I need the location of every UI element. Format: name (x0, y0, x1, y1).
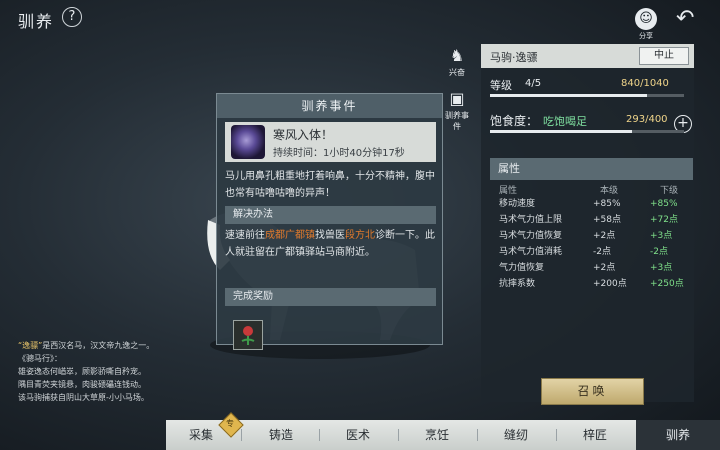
exp-bar (490, 94, 684, 97)
attribute-next: +3点 (650, 231, 673, 241)
reward-header: 完成奖励 (225, 288, 436, 306)
satiety-state: 吃饱喝足 (543, 115, 587, 128)
duration-label: 持续时间： (273, 148, 323, 159)
herb-flower-icon (241, 326, 255, 345)
col-next: 下级 (660, 186, 679, 196)
solution-text-2: 找兽医 (315, 230, 345, 241)
attribute-row: 移动速度 +85% +85% (490, 196, 693, 212)
satiety-bar-fill (490, 130, 632, 133)
attribute-current: +85% (593, 199, 621, 209)
event-name: 寒风入体！ (273, 128, 334, 142)
attribute-next: +72点 (650, 215, 678, 225)
lore-horse-name: “逸骠” (18, 341, 43, 350)
event-scroll-icon: ▣ (449, 89, 465, 108)
event-panel-title: 驯养事件 (217, 94, 442, 118)
satiety-label: 饱食度： (490, 114, 539, 128)
tab-forging[interactable]: 铸造 (246, 420, 316, 450)
attribute-current: -2点 (593, 247, 611, 257)
attribute-current: +200点 (593, 279, 627, 289)
attribute-next: +250点 (650, 279, 684, 289)
attribute-row: 气力值恢复 +2点 +3点 (490, 260, 693, 276)
attributes-header: 属性 (490, 158, 693, 180)
lore-line-1: “逸骠”是西汉名马，汉文帝九逸之一。 (18, 339, 198, 352)
lore-line-3: 雄姿逸态何崷崒，顾影骄嘶自矜宠。 (18, 367, 146, 376)
lore-line-5: 该马驹捕获自阴山大草原-小小马场。 (18, 393, 149, 402)
train-event-button[interactable]: ▣ 驯养事件 (444, 88, 470, 132)
tab-sewing[interactable]: 缝纫 (481, 420, 551, 450)
event-description: 马儿用鼻孔粗重地打着响鼻，十分不精神，腹中也常有咕噜咕噜的异声！ (225, 171, 435, 199)
attribute-name: 马术气力值消耗 (499, 247, 563, 257)
lore-line-4: 隅目青荧夹镜悬，肉骏碨礧连钱动。 (18, 380, 146, 389)
event-duration: 持续时间：1小时40分钟17秒 (273, 144, 405, 159)
satiety-bar (490, 130, 684, 133)
stop-button[interactable]: 中止 (639, 47, 689, 65)
specialty-badge-label: 专 (226, 419, 234, 428)
attribute-row: 马术气力值消耗 -2点 -2点 (490, 244, 693, 260)
share-label: 分享 (639, 32, 653, 40)
attribute-name: 气力值恢复 (499, 263, 545, 273)
solution-text-1: 速速前往 (225, 230, 265, 241)
satiety-value: 293/400 (626, 114, 668, 125)
solution-text: 速速前往成都广都镇找兽医段方北诊断一下。此人就驻留在广都镇驿站马商附近。 (225, 227, 437, 261)
exp-value: 840/1040 (621, 78, 669, 89)
attribute-current: +2点 (593, 263, 616, 273)
attribute-next: +3点 (650, 263, 673, 273)
attribute-name: 移动速度 (499, 199, 536, 209)
attribute-next: +85% (650, 199, 678, 209)
horse-lore: “逸骠”是西汉名马，汉文帝九逸之一。 《骢马行》： 雄姿逸态何崷崒，顾影骄嘶自矜… (18, 339, 198, 404)
level-value: 4/5 (525, 78, 542, 89)
tab-taming[interactable]: 驯养 (636, 420, 720, 450)
train-event-panel: 驯养事件 寒风入体！ 持续时间：1小时40分钟17秒 马儿用鼻孔粗重地打着响鼻，… (216, 93, 443, 350)
lore-line-1-rest: 是西汉名马，汉文帝九逸之一。 (42, 341, 155, 350)
train-event-label: 驯养事件 (445, 111, 469, 131)
tab-medicine[interactable]: 医术 (323, 420, 393, 450)
level-label: 等级 (490, 79, 512, 92)
attribute-name: 抗摔系数 (499, 279, 536, 289)
summon-button[interactable]: 召唤 (541, 378, 644, 405)
horse-excite-icon: ♞ (449, 46, 465, 65)
col-attr: 属性 (499, 186, 518, 196)
exp-bar-fill (490, 94, 648, 97)
attribute-name: 马术气力值恢复 (499, 231, 563, 241)
share-button[interactable]: ☺ 分享 (632, 8, 660, 41)
attribute-current: +58点 (593, 215, 621, 225)
share-icon: ☺ (635, 8, 657, 30)
place-link[interactable]: 成都广都镇 (265, 230, 315, 241)
solution-header: 解决办法 (225, 206, 436, 224)
attribute-row: 马术气力值上限 +58点 +72点 (490, 212, 693, 228)
back-button[interactable]: ↶ (676, 6, 694, 31)
doctor-link[interactable]: 段方北 (345, 230, 375, 241)
col-current: 本级 (600, 186, 619, 196)
tab-carpentry[interactable]: 梓匠 (560, 420, 630, 450)
horse-panel-header: 马驹·逸骠 中止 (481, 44, 694, 68)
skill-tab-bar: 采集 铸造 医术 烹饪 缝纫 梓匠 驯养 (166, 420, 720, 450)
cold-wind-icon (231, 125, 265, 159)
excite-button[interactable]: ♞ 兴奋 (444, 45, 470, 78)
attribute-current: +2点 (593, 231, 616, 241)
tab-cooking[interactable]: 烹饪 (402, 420, 472, 450)
page-title: 驯养 (18, 12, 55, 31)
event-card: 寒风入体！ 持续时间：1小时40分钟17秒 (225, 122, 436, 162)
excite-label: 兴奋 (449, 68, 465, 77)
attribute-next: -2点 (650, 247, 668, 257)
attribute-name: 马术气力值上限 (499, 215, 563, 225)
reward-item[interactable] (233, 320, 263, 350)
horse-info-panel: 马驹·逸骠 中止 等级 4/5 840/1040 饱食度： 吃饱喝足 293/4… (481, 44, 694, 402)
lore-line-2: 《骢马行》： (18, 354, 62, 363)
help-button[interactable]: ? (62, 7, 82, 27)
horse-name: 马驹·逸骠 (490, 51, 538, 64)
attribute-row: 抗摔系数 +200点 +250点 (490, 276, 693, 292)
duration-value: 1小时40分钟17秒 (323, 148, 405, 159)
attribute-row: 马术气力值恢复 +2点 +3点 (490, 228, 693, 244)
